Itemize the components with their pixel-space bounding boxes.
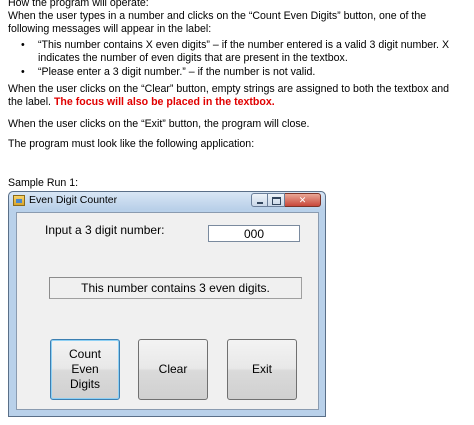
count-even-digits-button[interactable]: Count Even Digits (50, 339, 120, 400)
focus-emphasis: The focus will also be placed in the tex… (53, 96, 275, 109)
window-controls (251, 193, 321, 207)
close-icon[interactable] (285, 193, 321, 207)
list-item: • “This number contains X even digits” –… (8, 39, 466, 66)
instructions-intro: When the user types in a number and clic… (8, 10, 427, 36)
bullet-icon: • (21, 39, 25, 51)
bullet-text: “Please enter a 3 digit number.” – if th… (38, 65, 316, 78)
sample-run-label: Sample Run 1: (8, 177, 79, 189)
bullet-text: “This number contains X even digits” – i… (38, 39, 450, 65)
app-form-icon (13, 195, 25, 206)
exit-button[interactable]: Exit (227, 339, 297, 400)
form-client-area: Input a 3 digit number: This number cont… (16, 212, 319, 410)
minimize-icon[interactable] (251, 193, 268, 207)
window-titlebar[interactable]: Even Digit Counter (9, 192, 325, 210)
appearance-instructions: The program must look like the following… (8, 138, 255, 150)
message-list: • “This number contains X even digits” –… (8, 39, 466, 79)
clear-instructions: When the user clicks on the “Clear” butt… (8, 83, 466, 110)
exit-instructions: When the user clicks on the “Exit” butto… (8, 118, 310, 130)
number-prompt-label: Input a 3 digit number: (45, 223, 165, 237)
clear-button[interactable]: Clear (138, 339, 208, 400)
maximize-icon[interactable] (268, 193, 285, 207)
result-label: This number contains 3 even digits. (49, 277, 302, 299)
app-window: Even Digit Counter Input a 3 digit numbe… (8, 191, 326, 417)
bullet-icon: • (21, 65, 25, 78)
window-title: Even Digit Counter (29, 194, 118, 206)
instructions-heading: How the program will operate: (8, 0, 149, 9)
number-input[interactable] (208, 225, 300, 242)
list-item: • “Please enter a 3 digit number.” – if … (8, 66, 466, 79)
